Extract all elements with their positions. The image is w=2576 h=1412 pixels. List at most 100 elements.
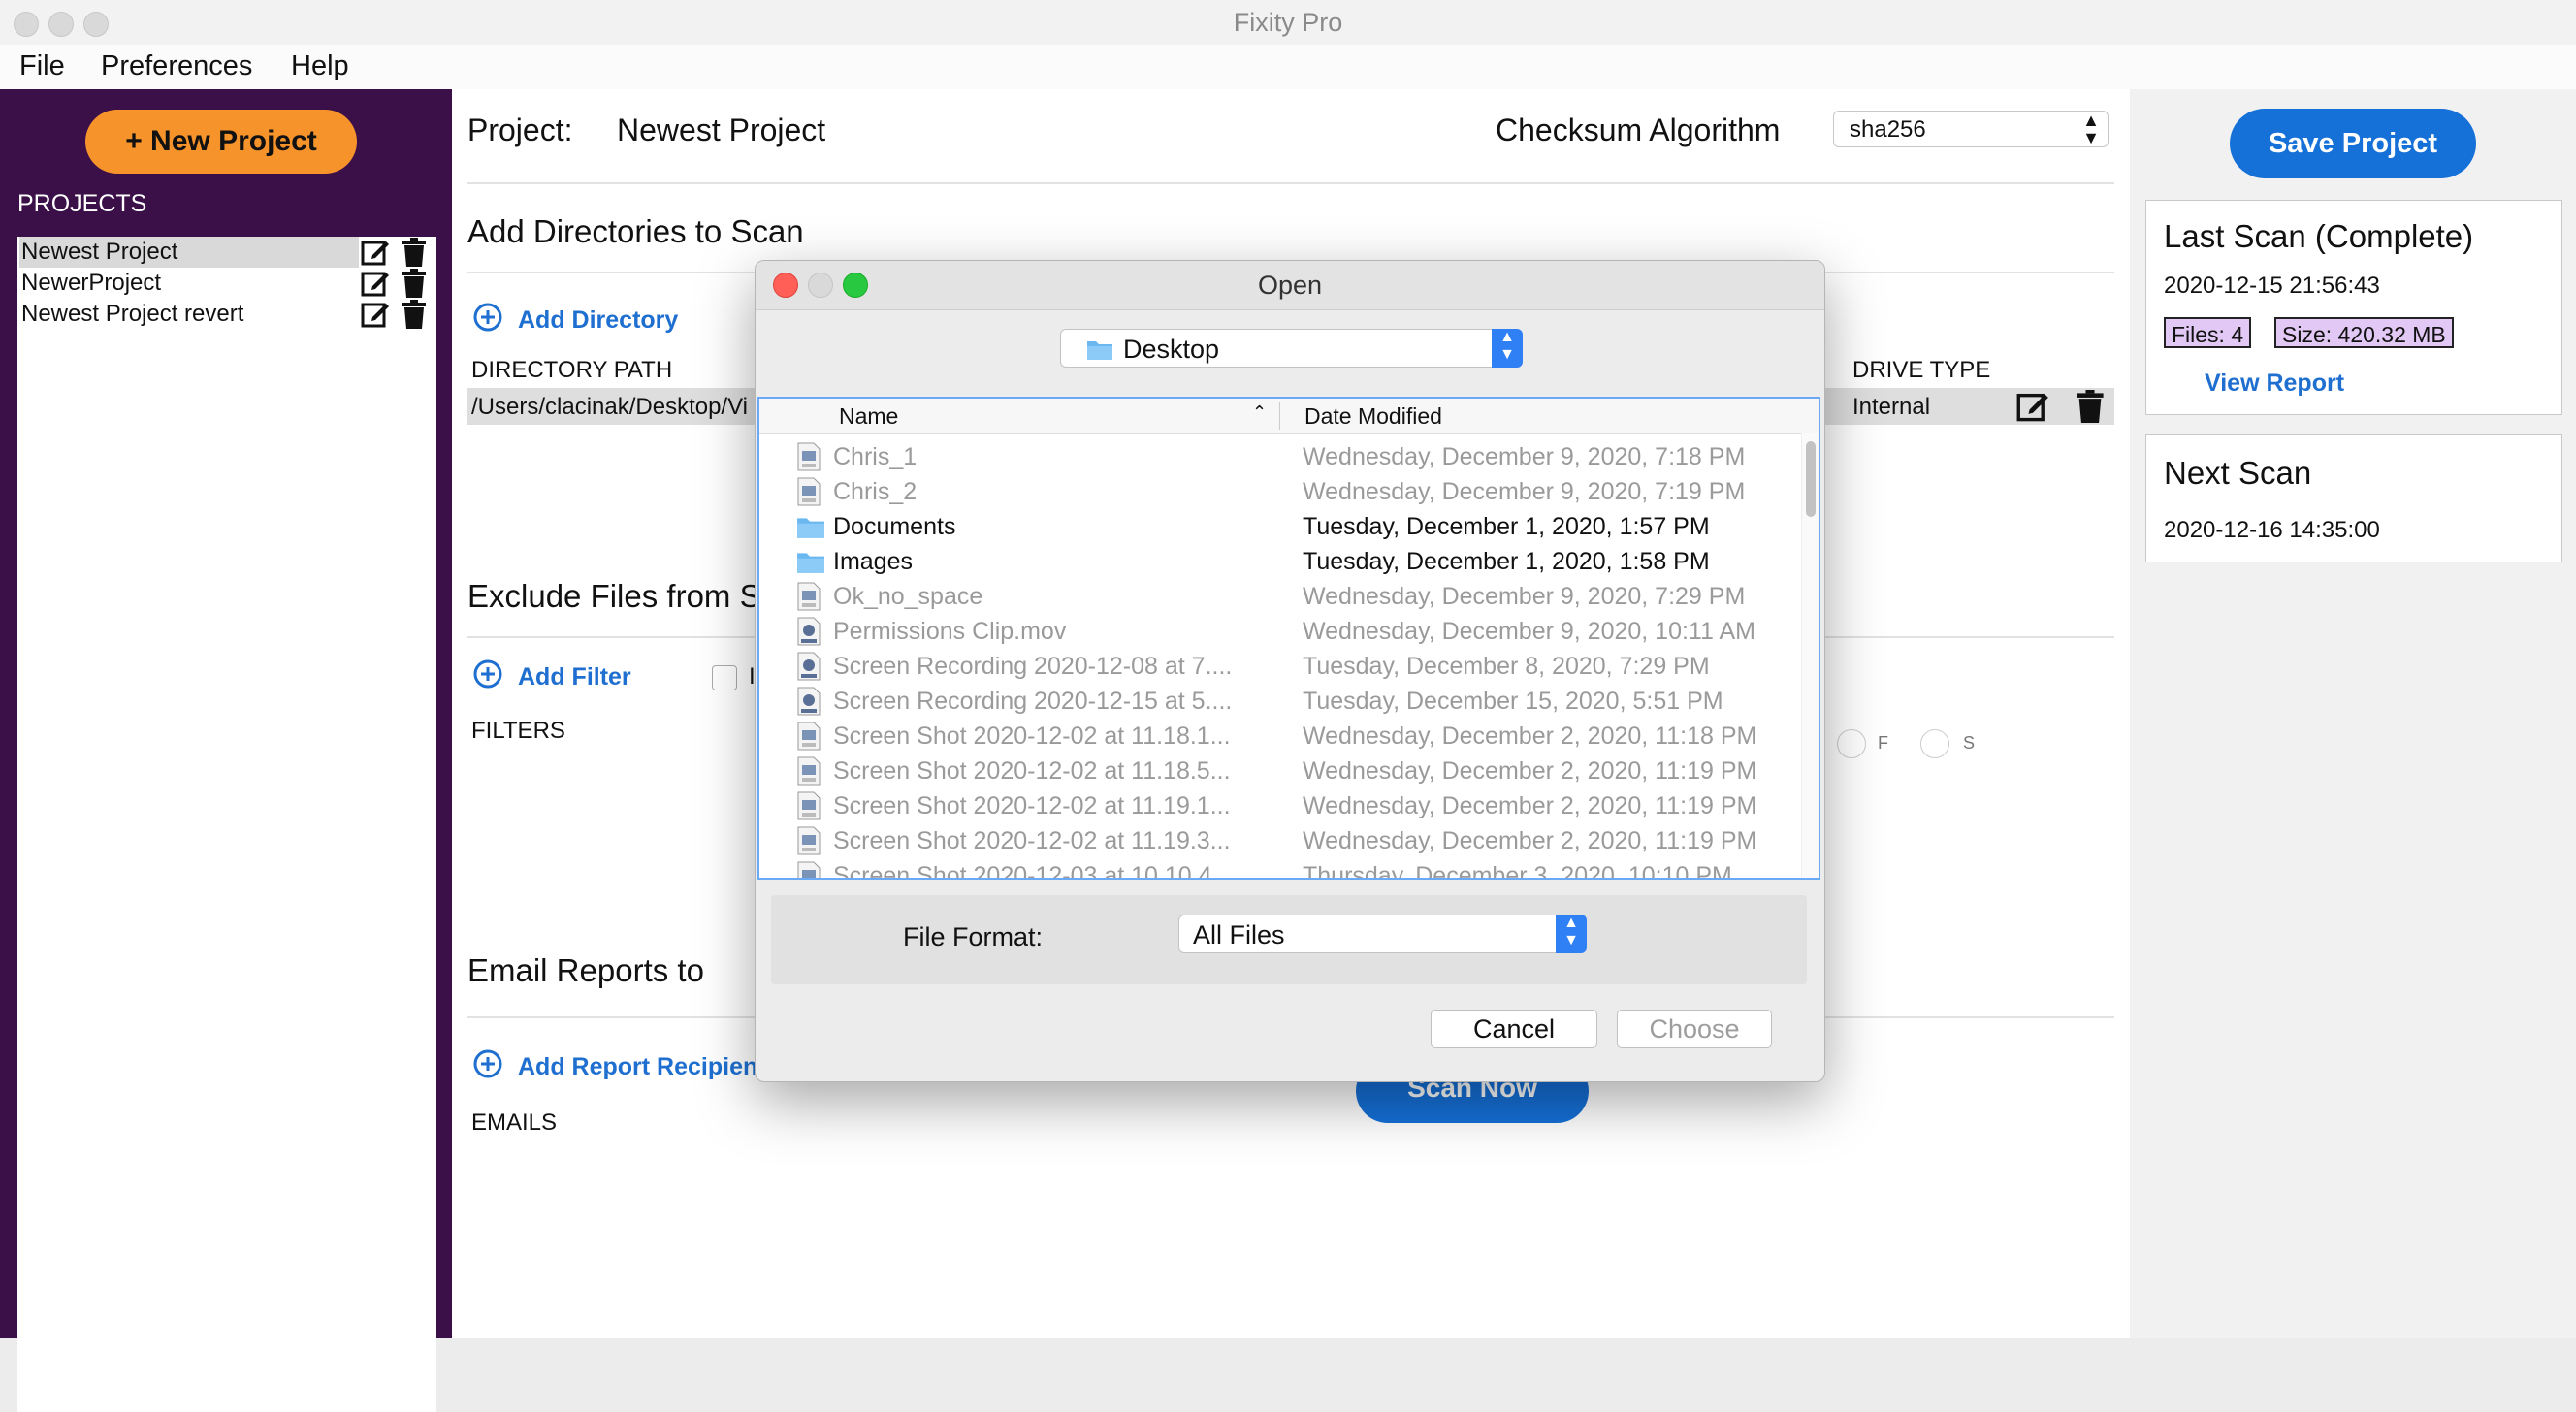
add-report-recipient-button[interactable]: Add Report Recipien (518, 1053, 757, 1081)
file-name: Images (833, 548, 913, 575)
image-file-icon (797, 442, 821, 471)
project-name[interactable]: NewerProject (19, 268, 359, 299)
file-format-panel: File Format: All Files ▲ ▼ (771, 895, 1807, 984)
file-date: Wednesday, December 9, 2020, 7:18 PM (1303, 443, 1746, 470)
file-row[interactable]: Chris_1 Wednesday, December 9, 2020, 7:18… (759, 439, 1797, 474)
checksum-label: Checksum Algorithm (1496, 112, 1781, 147)
image-file-icon (797, 826, 821, 855)
file-date: Wednesday, December 9, 2020, 10:11 AM (1303, 618, 1755, 645)
project-name[interactable]: Newest Project (19, 237, 359, 268)
file-row[interactable]: Screen Shot 2020-12-02 at 11.19.3... Wedn… (759, 823, 1797, 858)
dialog-titlebar: Open (756, 261, 1824, 310)
filter-checkbox[interactable] (712, 665, 737, 690)
file-date: Wednesday, December 2, 2020, 11:19 PM (1303, 757, 1757, 785)
add-directory-button[interactable]: Add Directory (518, 306, 678, 335)
scrollbar-thumb[interactable] (1806, 441, 1816, 517)
project-row[interactable]: Newest Project (17, 237, 436, 268)
choose-button[interactable]: Choose (1617, 1010, 1772, 1048)
menu-preferences[interactable]: Preferences (101, 50, 252, 82)
folder-icon (1087, 341, 1112, 360)
filters-header: FILTERS (471, 718, 565, 744)
trash-icon[interactable] (402, 238, 427, 267)
add-circle-icon[interactable] (473, 303, 502, 332)
format-stepper-icon: ▲ ▼ (1556, 915, 1587, 953)
file-name: Screen Recording 2020-12-08 at 7.... (833, 653, 1233, 680)
window-titlebar: Fixity Pro (0, 0, 2576, 46)
project-name-title: Newest Project (617, 112, 826, 147)
file-name: Permissions Clip.mov (833, 618, 1067, 645)
file-row[interactable]: Permissions Clip.mov Wednesday, December … (759, 614, 1797, 649)
divider (467, 182, 2114, 184)
radio-s[interactable] (1920, 729, 1949, 758)
file-date: Thursday, December 3, 2020, 10:10 PM (1303, 862, 1732, 880)
emails-header: EMAILS (471, 1109, 558, 1136)
drive-type: Internal (1852, 394, 1931, 420)
image-file-icon (797, 791, 821, 820)
image-file-icon (797, 722, 821, 751)
column-name-header[interactable]: Name (839, 403, 898, 430)
image-file-icon (797, 756, 821, 786)
file-date: Wednesday, December 2, 2020, 11:19 PM (1303, 792, 1757, 819)
trash-icon[interactable] (2076, 390, 2105, 423)
file-row[interactable]: Screen Recording 2020-12-08 at 7.... Tues… (759, 649, 1797, 684)
save-project-button[interactable]: Save Project (2230, 109, 2476, 178)
file-row[interactable]: Screen Shot 2020-12-02 at 11.19.1... Wedn… (759, 788, 1797, 823)
edit-icon[interactable] (361, 300, 390, 329)
file-row[interactable]: Screen Shot 2020-12-02 at 11.18.5... Wedn… (759, 754, 1797, 788)
file-browser[interactable]: Name ⌃ Date Modified Chris_1 Wednesday, D… (757, 397, 1820, 880)
add-filter-button[interactable]: Add Filter (518, 663, 631, 691)
edit-icon[interactable] (361, 238, 390, 267)
file-date: Tuesday, December 1, 2020, 1:57 PM (1303, 513, 1710, 540)
file-format-label: File Format: (903, 922, 1044, 951)
file-format-select[interactable]: All Files ▲ ▼ (1178, 915, 1587, 953)
location-select[interactable]: Desktop ▲ ▼ (1060, 329, 1523, 368)
file-row[interactable]: Screen Recording 2020-12-15 at 5.... Tues… (759, 684, 1797, 719)
file-name: Documents (833, 513, 956, 540)
image-file-icon (797, 477, 821, 506)
project-name[interactable]: Newest Project revert (19, 299, 359, 330)
window-title: Fixity Pro (1233, 8, 1343, 37)
add-circle-icon[interactable] (473, 659, 502, 689)
checksum-algorithm-select[interactable]: sha256 ▲ ▼ (1833, 111, 2109, 147)
menu-bar: File Preferences Help (0, 45, 2576, 89)
column-date-header[interactable]: Date Modified (1304, 403, 1442, 430)
file-date: Wednesday, December 2, 2020, 11:18 PM (1303, 722, 1757, 750)
view-report-link[interactable]: View Report (2205, 369, 2344, 398)
column-divider (1279, 402, 1280, 430)
add-circle-icon[interactable] (473, 1049, 502, 1078)
checksum-value: sha256 (1850, 116, 1926, 143)
edit-icon[interactable] (361, 269, 390, 298)
radio-f-label: F (1878, 733, 1888, 753)
file-row[interactable]: Chris_2 Wednesday, December 9, 2020, 7:19… (759, 474, 1797, 509)
file-row[interactable]: Documents Tuesday, December 1, 2020, 1:57… (759, 509, 1797, 544)
trash-icon[interactable] (402, 269, 427, 298)
cancel-button[interactable]: Cancel (1431, 1010, 1597, 1048)
email-heading: Email Reports to (467, 952, 704, 988)
new-project-button[interactable]: + New Project (85, 110, 357, 174)
file-row[interactable]: Ok_no_space Wednesday, December 9, 2020, … (759, 579, 1797, 614)
next-scan-datetime: 2020-12-16 14:35:00 (2164, 517, 2380, 543)
file-name: Screen Recording 2020-12-15 at 5.... (833, 688, 1233, 715)
project-row[interactable]: NewerProject (17, 268, 436, 299)
image-file-icon (797, 861, 821, 878)
trash-icon[interactable] (402, 300, 427, 329)
file-row[interactable]: Screen Shot 2020-12-03 at 10.10.4... Thur… (759, 858, 1797, 880)
directory-path: /Users/clacinak/Desktop/Vi (471, 394, 748, 420)
menu-help[interactable]: Help (291, 50, 349, 82)
edit-icon[interactable] (2015, 390, 2050, 423)
sort-ascending-icon: ⌃ (1252, 402, 1268, 422)
radio-f[interactable] (1837, 729, 1866, 758)
menu-file[interactable]: File (19, 50, 65, 82)
file-row[interactable]: Screen Shot 2020-12-02 at 11.18.1... Wedn… (759, 719, 1797, 754)
file-row[interactable]: Images Tuesday, December 1, 2020, 1:58 PM (759, 544, 1797, 579)
file-list-scrollbar[interactable] (1801, 433, 1819, 878)
file-name: Screen Shot 2020-12-03 at 10.10.4... (833, 862, 1233, 880)
movie-file-icon (797, 687, 821, 716)
file-name: Chris_2 (833, 478, 918, 505)
sidebar: + New Project PROJECTS Newest Project Ne… (0, 89, 452, 1412)
file-date: Tuesday, December 8, 2020, 7:29 PM (1303, 653, 1710, 680)
last-scan-datetime: 2020-12-15 21:56:43 (2164, 273, 2380, 299)
project-row[interactable]: Newest Project revert (17, 299, 436, 330)
files-count-badge: Files: 4 (2164, 317, 2252, 348)
file-date: Wednesday, December 9, 2020, 7:29 PM (1303, 583, 1746, 610)
